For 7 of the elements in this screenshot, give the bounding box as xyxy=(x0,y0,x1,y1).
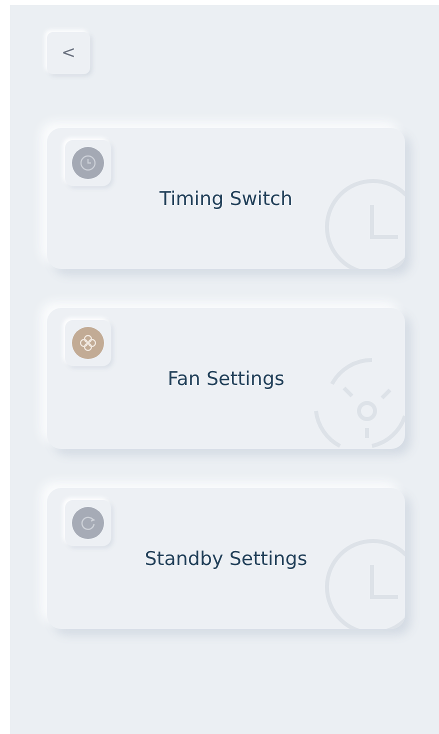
card-title: Timing Switch xyxy=(158,188,294,210)
settings-card[interactable]: Fan Settings xyxy=(47,308,405,449)
back-button[interactable]: < xyxy=(47,32,90,74)
card-title: Standby Settings xyxy=(144,548,308,570)
settings-card[interactable]: Standby Settings xyxy=(47,488,405,629)
card-title: Fan Settings xyxy=(166,368,286,390)
settings-card[interactable]: Timing Switch xyxy=(47,128,405,269)
